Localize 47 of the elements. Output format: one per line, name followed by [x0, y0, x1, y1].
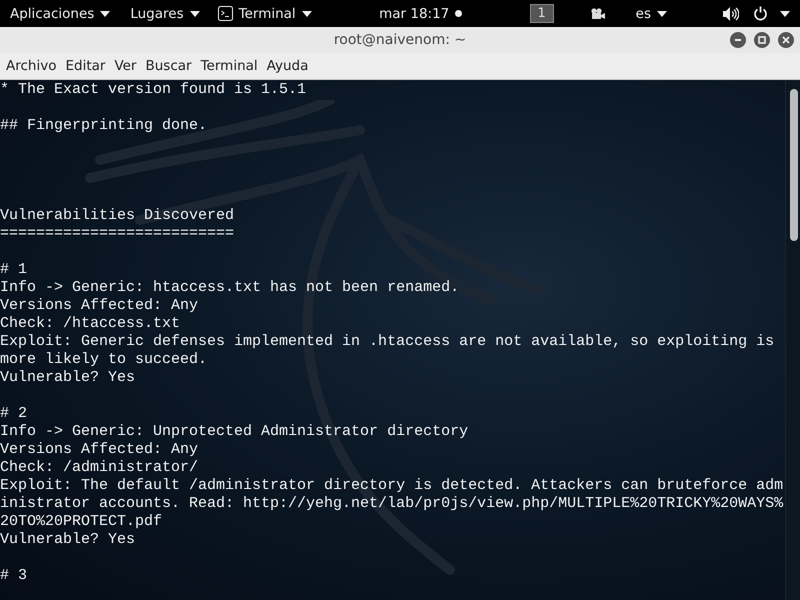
clock[interactable]: mar 18:17	[379, 6, 462, 22]
language-menu[interactable]: es	[636, 6, 668, 22]
top-bar-menu[interactable]: Aplicaciones	[10, 6, 110, 22]
volume-icon[interactable]	[723, 6, 740, 20]
terminal-output-line: # 1	[0, 261, 28, 279]
caret-icon	[190, 10, 200, 16]
terminal-output-line: ==========================	[0, 225, 236, 243]
minus-icon	[734, 36, 742, 44]
camera-icon[interactable]	[590, 8, 606, 20]
close-button[interactable]	[778, 32, 794, 48]
caret-icon	[657, 10, 668, 16]
terminal-output-line: Exploit: The default /administrator directory is detected. Attackers can bruteforce administrator accounts. Read: http://yehg.net/lab/pr0js/view.php/MULTIPLE%20TRICKY%20WAYS%20TO%20PROTECT.pdf	[0, 477, 784, 531]
minimize-button[interactable]	[730, 32, 746, 48]
terminal-output-line: Info -> Generic: Unprotected Administrator directory	[0, 423, 470, 441]
menu-item[interactable]: Ver	[114, 58, 144, 74]
terminal-output-line: # 3	[0, 567, 28, 585]
menu-item[interactable]: Archivo	[6, 58, 64, 74]
terminal-output-line: Vulnerable? Yes	[0, 531, 136, 549]
terminal-output-line: # 2	[0, 405, 28, 423]
terminal-output-line: Info -> Generic: htaccess.txt has not been renamed.	[0, 279, 460, 297]
terminal-output-line: Exploit: Generic defenses implemented in .htaccess are not available, so exploiting is more likely to succeed.	[0, 333, 776, 369]
maximize-button[interactable]	[754, 32, 770, 48]
terminal-output-line: Versions Affected: Any	[0, 297, 200, 315]
menu-item[interactable]: Editar	[65, 58, 114, 74]
terminal-output-line: Vulnerabilities Discovered	[0, 207, 236, 225]
scrollbar-thumb[interactable]	[790, 89, 798, 241]
caret-icon	[780, 10, 790, 16]
top-bar-menu[interactable]: Lugares	[130, 6, 200, 22]
terminal-output-line: ## Fingerprinting done.	[0, 117, 208, 135]
terminal-output-line: * The Exact version found is 1.5.1	[0, 81, 308, 99]
caret-icon	[302, 10, 312, 16]
terminal-output-line: Check: /htaccess.txt	[0, 315, 182, 333]
caret-icon	[100, 10, 110, 16]
top-bar-menu[interactable]: Terminal	[218, 6, 312, 22]
terminal-output-line: Vulnerable? Yes	[0, 369, 136, 387]
square-icon	[758, 36, 766, 44]
menu-item[interactable]: Buscar	[145, 58, 200, 74]
terminal-output-line: Check: /administrator/	[0, 459, 200, 477]
power-icon[interactable]	[753, 6, 768, 21]
close-icon	[782, 36, 790, 44]
workspace-indicator[interactable]: 1	[530, 4, 554, 23]
terminal-output-line: Versions Affected: Any	[0, 441, 200, 459]
terminal-icon	[218, 6, 233, 21]
menu-item[interactable]: Terminal	[200, 58, 266, 74]
menu-item[interactable]: Ayuda	[266, 58, 316, 74]
window-title: root@naivenom: ~	[334, 32, 466, 48]
notification-dot-icon	[455, 10, 462, 17]
